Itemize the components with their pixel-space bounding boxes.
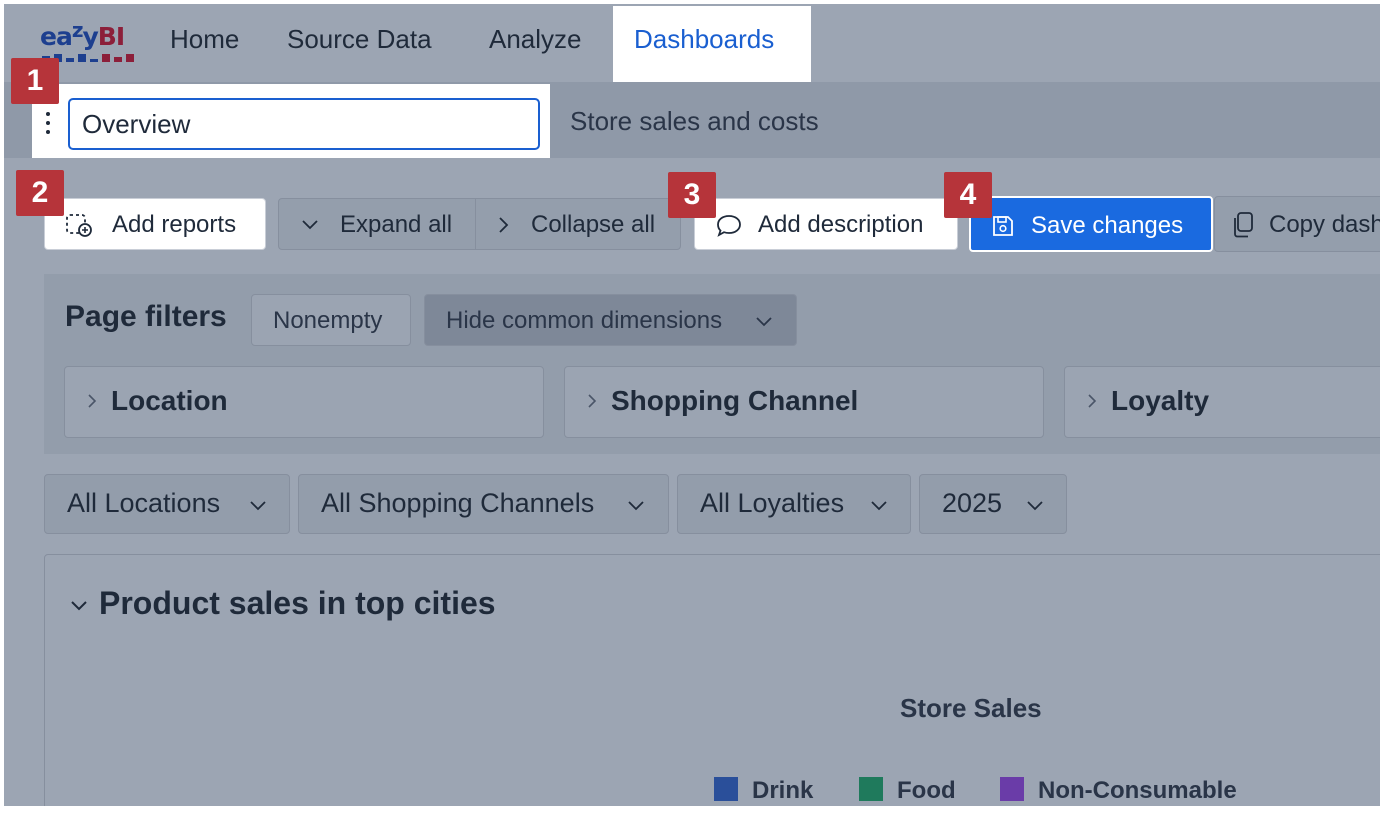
dashboard-name-input[interactable] [68,98,540,150]
chevron-down-icon [302,220,318,230]
dimension-filter-shopping-channel[interactable]: Shopping Channel [564,366,1044,438]
add-description-button[interactable]: Add description [694,198,958,250]
save-changes-button[interactable]: Save changes [969,196,1213,252]
collapse-all-label: Collapse all [531,211,656,238]
dashboard-description: Store sales and costs [570,106,819,136]
add-reports-button[interactable]: Add reports [44,198,266,250]
legend-swatch [859,777,883,801]
step-badge-1: 1 [11,58,59,104]
save-changes-label: Save changes [1031,212,1184,239]
nonempty-toggle[interactable]: Nonempty [251,294,411,346]
chevron-down-icon [250,501,266,511]
top-navigation: eazyBI Home Source Data Analyze Dashboar… [4,4,1380,82]
filter-select-loyalties[interactable]: All Loyalties [677,474,911,534]
filter-select-label: 2025 [942,488,1003,518]
page-filters-panel: Page filters Nonempty Hide common dimens… [44,274,1380,454]
filter-select-label: All Loyalties [700,488,845,518]
chevron-down-icon [871,501,887,511]
chevron-right-icon [588,394,597,408]
collapse-all-button[interactable]: Collapse all [475,198,681,250]
chevron-down-icon [1027,501,1043,511]
dimension-label: Loyalty [1111,385,1210,416]
step-badge-2: 2 [16,170,64,216]
dimension-filter-loyalty[interactable]: Loyalty [1064,366,1380,438]
chevron-down-icon [756,317,772,327]
chevron-right-icon [1088,394,1097,408]
legend-swatch [1000,777,1024,801]
dimension-label: Location [111,385,228,416]
step-badge-4: 4 [944,172,992,218]
nav-source-data[interactable]: Source Data [287,24,432,55]
chart-title: Store Sales [900,693,1042,723]
add-report-icon [66,214,92,237]
nav-analyze[interactable]: Analyze [489,24,582,55]
logo-wordmark: eazyBI [40,18,125,51]
legend-label: Non-Consumable [1038,777,1237,804]
chevron-down-icon [628,501,644,511]
dimension-filter-location[interactable]: Location [64,366,544,438]
filter-select-shopping-channels[interactable]: All Shopping Channels [298,474,669,534]
dashboard-name-editor [32,84,550,158]
copy-icon [1234,212,1253,238]
hide-common-dimensions-dropdown[interactable]: Hide common dimensions [424,294,797,346]
nav-dashboards[interactable]: Dashboards [634,24,774,55]
expand-all-button[interactable]: Expand all [278,198,476,250]
dimension-label: Shopping Channel [611,385,859,416]
kebab-menu-icon[interactable] [46,112,50,134]
filter-select-label: All Shopping Channels [321,488,595,518]
page-filters-title: Page filters [65,300,227,333]
comment-icon [717,215,741,237]
chevron-right-icon [499,217,509,233]
nonempty-label: Nonempty [273,307,383,334]
legend-swatch [714,777,738,801]
report-panel: Product sales in top cities Store Sales … [44,554,1380,806]
app-window: eazyBI Home Source Data Analyze Dashboar… [4,4,1380,806]
filter-select-year[interactable]: 2025 [919,474,1067,534]
report-title: Product sales in top cities [99,585,496,621]
collapse-report-icon[interactable] [69,599,89,613]
legend-label: Drink [752,777,814,804]
expand-all-label: Expand all [340,211,453,238]
chevron-right-icon [88,394,97,408]
dashboard-header: Store sales and costs [4,82,1380,158]
add-reports-label: Add reports [112,211,237,238]
legend-label: Food [897,777,956,804]
save-icon [993,216,1013,236]
hide-common-dimensions-label: Hide common dimensions [446,307,723,334]
filter-select-label: All Locations [67,488,221,518]
add-description-label: Add description [758,211,924,238]
copy-dashboard-label: Copy dash [1269,211,1380,238]
nav-home[interactable]: Home [170,24,239,55]
nav-dashboards-tab[interactable]: Dashboards [613,6,811,82]
copy-dashboard-button[interactable]: Copy dash [1214,196,1380,252]
step-badge-3: 3 [668,172,716,218]
filter-select-locations[interactable]: All Locations [44,474,290,534]
